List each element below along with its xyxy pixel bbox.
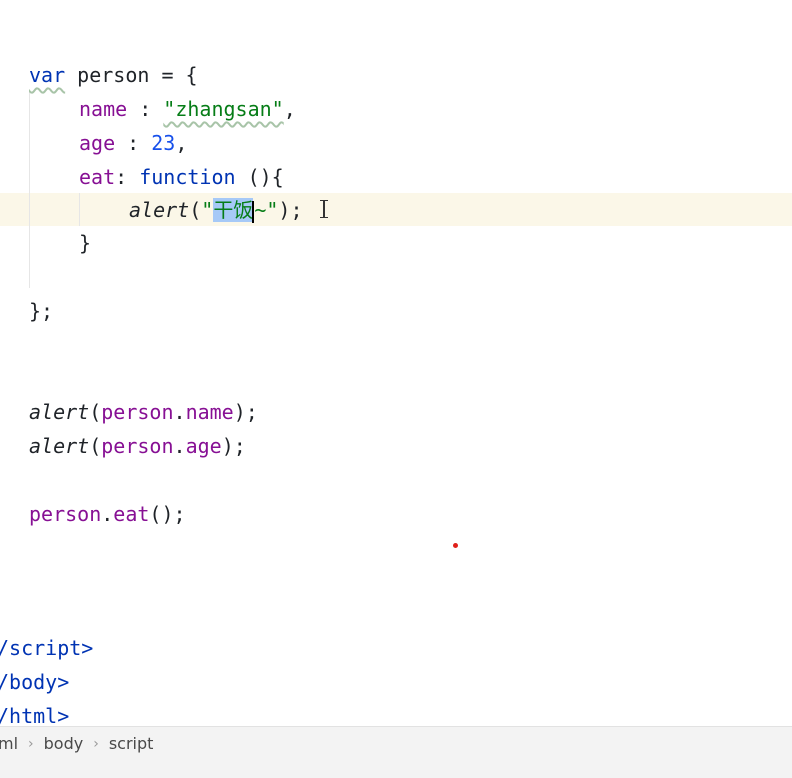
status-strip	[0, 760, 792, 778]
breadcrumb-item-script[interactable]: script	[99, 727, 164, 761]
breadcrumb: ml › body › script	[0, 726, 792, 761]
code-line-9[interactable]: alert(person.age);	[29, 429, 246, 463]
code-line-13[interactable]: /html>	[0, 699, 69, 726]
indent-guide	[29, 92, 30, 288]
code-line-2[interactable]: name : "zhangsan",	[79, 92, 296, 126]
selected-text: 干饭	[213, 198, 254, 222]
code-line-5[interactable]: alert("干饭~");	[129, 193, 303, 227]
code-line-10[interactable]: person.eat();	[29, 497, 186, 531]
code-line-1[interactable]: var person = {	[29, 58, 198, 92]
breadcrumb-item-body[interactable]: body	[34, 727, 94, 761]
current-line-highlight	[0, 193, 792, 226]
code-line-3[interactable]: age : 23,	[79, 126, 187, 160]
code-line-6[interactable]: }	[79, 226, 91, 260]
indent-guide	[79, 193, 80, 226]
code-line-12[interactable]: /body>	[0, 665, 69, 699]
code-line-4[interactable]: eat: function (){	[79, 160, 284, 194]
code-editor[interactable]: var person = { name : "zhangsan", age : …	[0, 0, 792, 726]
keyword: var	[29, 63, 66, 87]
red-dot-marker	[453, 543, 458, 548]
code-line-7[interactable]: };	[29, 294, 53, 328]
ibeam-cursor-icon	[319, 199, 329, 219]
code-line-8[interactable]: alert(person.name);	[29, 395, 258, 429]
code-line-11[interactable]: /script>	[0, 631, 93, 665]
breadcrumb-item-html[interactable]: ml	[0, 727, 28, 761]
